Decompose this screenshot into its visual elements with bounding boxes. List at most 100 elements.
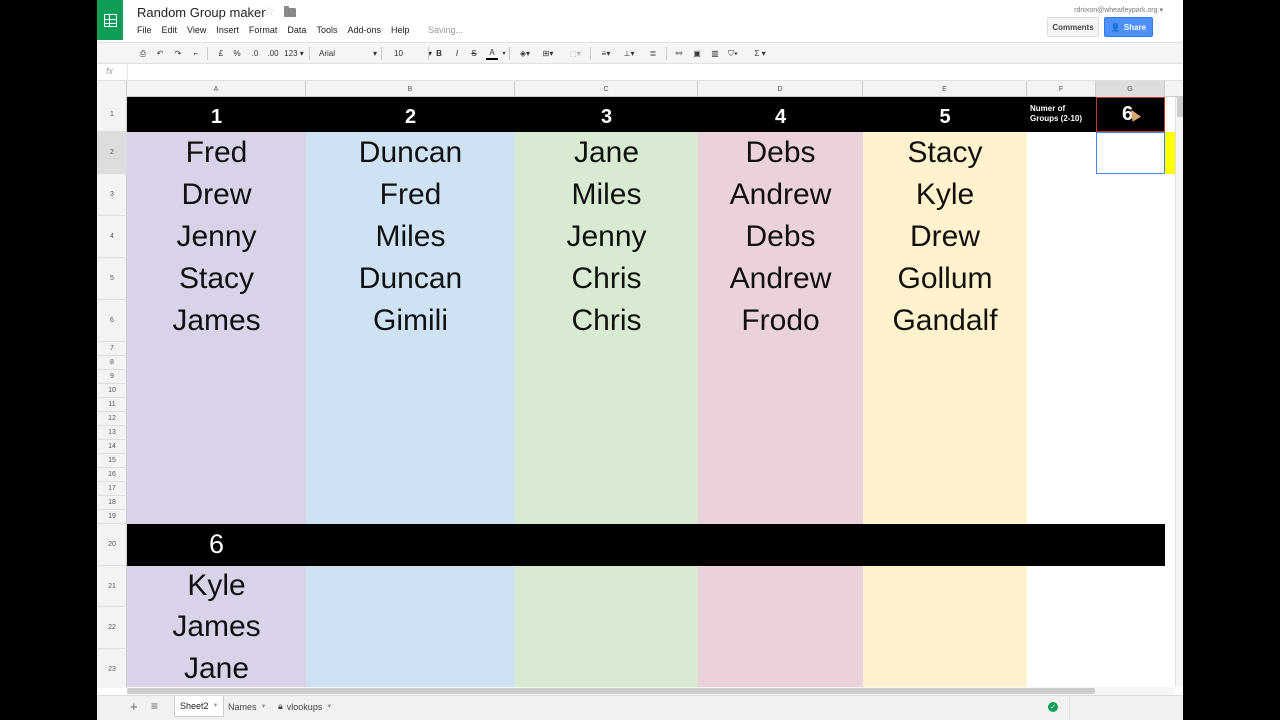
vertical-scrollbar[interactable] <box>1175 97 1183 687</box>
menu-format[interactable]: Format <box>249 25 278 35</box>
tab-sheet2[interactable]: Sheet2 ▼ <box>174 696 225 717</box>
percent-format-button[interactable]: % <box>232 47 242 60</box>
functions-button[interactable]: Σ ▾ <box>752 47 768 60</box>
chevron-down-icon[interactable]: ▼ <box>213 703 219 709</box>
row-header-16[interactable]: 16 <box>97 468 127 482</box>
vertical-scroll-thumb[interactable] <box>1177 97 1183 117</box>
column-header-c[interactable]: C <box>515 81 698 97</box>
vertical-align-icon[interactable]: ⊥▾ <box>621 47 637 60</box>
row-header-4[interactable]: 4 <box>97 216 127 258</box>
row-header-5[interactable]: 5 <box>97 258 127 300</box>
cell-area[interactable]: 1 Fred Drew Jenny Stacy James 2 Duncan Fred Miles… <box>127 97 1183 688</box>
member-name[interactable]: Debs <box>698 220 863 254</box>
menu-tools[interactable]: Tools <box>316 25 337 35</box>
member-name[interactable]: Miles <box>515 178 698 212</box>
member-name[interactable]: Frodo <box>698 304 863 338</box>
text-color-button[interactable]: A <box>486 47 498 60</box>
strikethrough-button[interactable]: S <box>469 47 479 60</box>
row-header-14[interactable]: 14 <box>97 440 127 454</box>
member-name[interactable]: Kyle <box>127 569 306 603</box>
menu-file[interactable]: File <box>137 25 152 35</box>
borders-icon[interactable]: ⊞▾ <box>540 47 556 60</box>
member-name[interactable]: Jenny <box>127 220 306 254</box>
row-header-23[interactable]: 23 <box>97 649 127 688</box>
fill-color-icon[interactable]: ◈▾ <box>517 47 533 60</box>
row-header-13[interactable]: 13 <box>97 426 127 440</box>
member-name[interactable]: Kyle <box>863 178 1027 212</box>
font-size-select[interactable]: 10 ▾ <box>394 47 432 60</box>
more-formats-button[interactable]: 123 ▾ <box>283 47 305 60</box>
font-select[interactable]: Arial ▾ <box>319 47 377 60</box>
row-header-1[interactable]: 1 <box>97 97 127 132</box>
member-name[interactable]: Andrew <box>698 262 863 296</box>
check-icon[interactable]: ✓ <box>1048 702 1058 712</box>
member-name[interactable]: James <box>127 610 306 644</box>
row-header-9[interactable]: 9 <box>97 370 127 384</box>
member-name[interactable]: Stacy <box>863 136 1027 170</box>
row-header-18[interactable]: 18 <box>97 496 127 510</box>
member-name[interactable]: Miles <box>306 220 515 254</box>
menu-help[interactable]: Help <box>391 25 410 35</box>
member-name[interactable]: Jane <box>515 136 698 170</box>
paint-format-icon[interactable]: ⌐ <box>190 47 202 60</box>
row-header-11[interactable]: 11 <box>97 398 127 412</box>
row-header-3[interactable]: 3 <box>97 174 127 216</box>
menu-edit[interactable]: Edit <box>162 25 178 35</box>
row-header-10[interactable]: 10 <box>97 384 127 398</box>
italic-button[interactable]: I <box>452 47 462 60</box>
member-name[interactable]: Stacy <box>127 262 306 296</box>
print-icon[interactable]: ⎙ <box>137 47 149 60</box>
member-name[interactable]: Drew <box>863 220 1027 254</box>
menu-data[interactable]: Data <box>287 25 306 35</box>
star-icon[interactable]: ☆ <box>264 4 275 18</box>
row-header-7[interactable]: 7 <box>97 342 127 356</box>
select-all-corner[interactable] <box>97 81 127 97</box>
row-header-8[interactable]: 8 <box>97 356 127 370</box>
row-header-6[interactable]: 6 <box>97 300 127 342</box>
folder-icon[interactable] <box>284 6 296 17</box>
filter-icon[interactable]: ⛉▾ <box>725 47 741 60</box>
increase-decimal-button[interactable]: .00 <box>266 47 280 60</box>
merge-cells-icon[interactable]: ⬚▾ <box>564 47 586 60</box>
document-title[interactable]: Random Group maker <box>137 5 266 20</box>
currency-format-button[interactable]: £ <box>216 47 226 60</box>
add-sheet-icon[interactable]: + <box>130 699 138 714</box>
member-name[interactable]: Drew <box>127 178 306 212</box>
text-color-caret-icon[interactable]: ▾ <box>501 47 507 60</box>
column-header-g[interactable]: G <box>1096 81 1165 97</box>
tab-names[interactable]: Names ▼ <box>223 696 271 717</box>
chevron-down-icon[interactable]: ▼ <box>261 704 267 710</box>
undo-icon[interactable]: ↶ <box>154 47 166 60</box>
member-name[interactable]: Gimili <box>306 304 515 338</box>
user-email[interactable]: rdnixon@wheatleypark.org ▾ <box>1074 6 1163 14</box>
formula-input[interactable] <box>127 65 1167 79</box>
row-header-19[interactable]: 19 <box>97 510 127 524</box>
member-name[interactable]: Gandalf <box>863 304 1027 338</box>
bold-button[interactable]: B <box>434 47 444 60</box>
member-name[interactable]: Fred <box>127 136 306 170</box>
chart-icon[interactable]: ▥ <box>709 47 721 60</box>
member-name[interactable]: Fred <box>306 178 515 212</box>
comment-icon[interactable]: ▣ <box>691 47 703 60</box>
member-name[interactable]: Duncan <box>306 136 515 170</box>
row-header-15[interactable]: 15 <box>97 454 127 468</box>
member-name[interactable]: Jenny <box>515 220 698 254</box>
link-icon[interactable]: ⚯ <box>673 47 685 60</box>
menu-insert[interactable]: Insert <box>216 25 239 35</box>
member-name[interactable]: James <box>127 304 306 338</box>
menu-addons[interactable]: Add-ons <box>347 25 381 35</box>
menu-view[interactable]: View <box>187 25 206 35</box>
column-header-f[interactable]: F <box>1027 81 1096 97</box>
member-name[interactable]: Gollum <box>863 262 1027 296</box>
row-header-17[interactable]: 17 <box>97 482 127 496</box>
member-name[interactable]: Andrew <box>698 178 863 212</box>
member-name[interactable]: Debs <box>698 136 863 170</box>
text-wrap-icon[interactable]: ≣ <box>647 47 659 60</box>
horizontal-scrollbar[interactable] <box>127 687 1175 695</box>
align-left-icon[interactable]: ≡▾ <box>598 47 614 60</box>
selected-cell[interactable] <box>1096 132 1165 174</box>
column-header-a[interactable]: A <box>127 81 306 97</box>
member-name[interactable]: Jane <box>127 652 306 686</box>
share-button[interactable]: 👤 Share <box>1104 17 1153 37</box>
row-header-21[interactable]: 21 <box>97 566 127 607</box>
